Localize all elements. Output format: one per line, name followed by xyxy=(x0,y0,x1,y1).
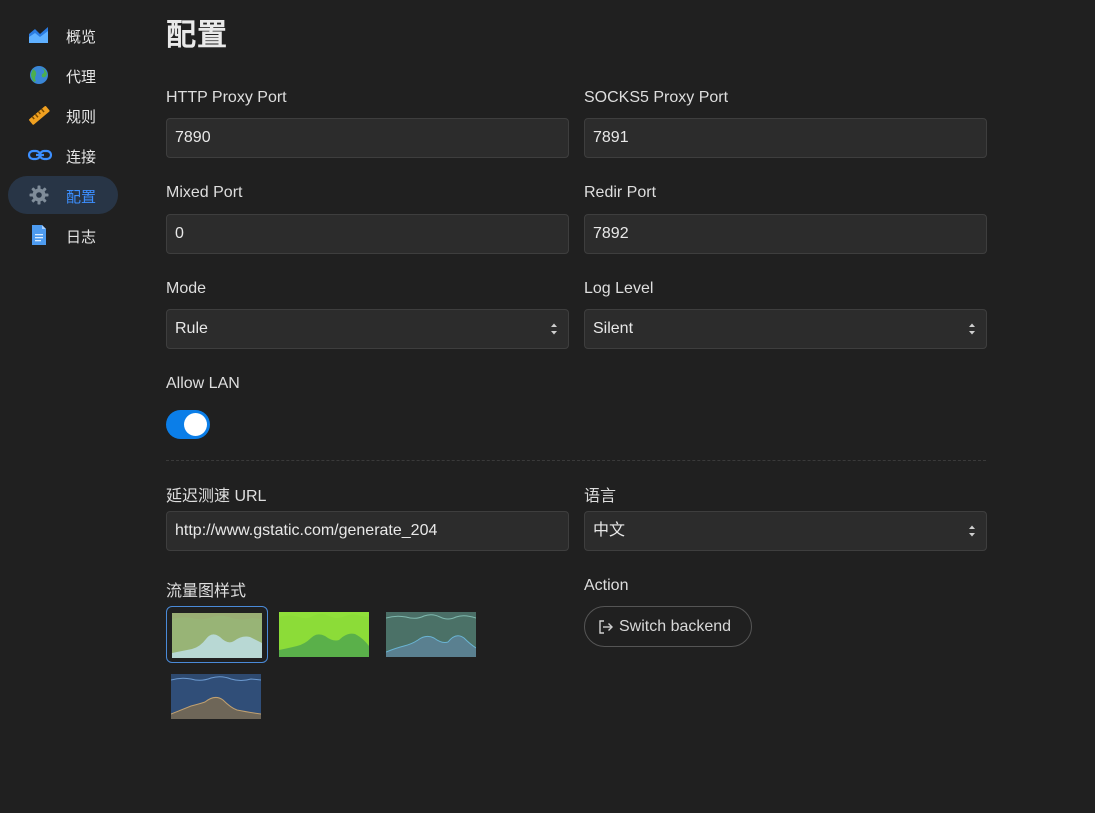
switch-backend-button[interactable]: Switch backend xyxy=(584,606,752,647)
log-level-select-value: Silent xyxy=(593,320,634,337)
chart-style-preview xyxy=(279,612,369,657)
traffic-chart-style-label: 流量图样式 xyxy=(166,583,247,600)
log-level-label: Log Level xyxy=(584,280,654,297)
mixed-port-label: Mixed Port xyxy=(166,184,243,201)
ruler-icon xyxy=(28,105,50,125)
link-icon xyxy=(27,145,53,165)
chart-style-preview xyxy=(171,674,261,719)
sidebar-item-label: 连接 xyxy=(66,149,97,166)
mode-label: Mode xyxy=(166,280,207,297)
sidebar-item-connections[interactable]: 连接 xyxy=(8,136,118,174)
select-arrows-icon xyxy=(969,525,975,537)
allow-lan-label: Allow LAN xyxy=(166,375,240,392)
select-arrows-icon xyxy=(969,323,975,335)
redir-port-input[interactable] xyxy=(584,214,987,254)
sidebar-item-logs[interactable]: 日志 xyxy=(8,216,118,254)
mode-select[interactable]: Rule xyxy=(166,309,569,349)
gear-icon xyxy=(28,185,50,205)
sidebar-item-proxies[interactable]: 代理 xyxy=(8,56,118,94)
sidebar-item-overview[interactable]: 概览 xyxy=(8,16,118,54)
mixed-port-input[interactable] xyxy=(166,214,569,254)
document-icon xyxy=(28,225,50,245)
page-title: 配置 xyxy=(166,19,228,52)
socks-port-input[interactable] xyxy=(584,118,987,158)
sign-out-icon xyxy=(599,620,613,634)
select-arrows-icon xyxy=(551,323,557,335)
log-level-select[interactable]: Silent xyxy=(584,309,987,349)
sidebar: 概览 代理 规则 连接 配置 日志 xyxy=(0,0,130,813)
http-port-label: HTTP Proxy Port xyxy=(166,89,287,106)
http-port-input[interactable] xyxy=(166,118,569,158)
mode-select-value: Rule xyxy=(175,320,208,337)
sidebar-item-label: 配置 xyxy=(66,189,97,206)
chart-style-option-1[interactable] xyxy=(166,606,268,663)
sidebar-item-config[interactable]: 配置 xyxy=(8,176,118,214)
sidebar-item-label: 代理 xyxy=(66,69,97,86)
app-root: 概览 代理 规则 连接 配置 日志 配置 HTTP Proxy Port 789… xyxy=(0,0,1095,813)
chart-style-preview xyxy=(386,612,476,657)
chart-area-icon xyxy=(28,25,50,45)
socks-port-label: SOCKS5 Proxy Port xyxy=(584,89,729,106)
language-select[interactable]: 中文 xyxy=(584,511,987,551)
chart-style-option-2[interactable] xyxy=(274,606,376,663)
latency-url-label: 延迟测速 URL xyxy=(166,488,267,505)
toggle-knob xyxy=(184,413,207,436)
chart-style-preview xyxy=(172,613,262,658)
section-divider xyxy=(166,460,986,461)
latency-url-input[interactable] xyxy=(166,511,569,551)
action-label: Action xyxy=(584,577,629,594)
switch-backend-label: Switch backend xyxy=(619,618,732,635)
sidebar-item-label: 规则 xyxy=(66,109,97,126)
redir-port-label: Redir Port xyxy=(584,184,657,201)
sidebar-item-rules[interactable]: 规则 xyxy=(8,96,118,134)
chart-style-option-4[interactable] xyxy=(166,668,268,725)
sidebar-item-label: 日志 xyxy=(66,229,97,246)
globe-icon xyxy=(28,65,50,85)
allow-lan-toggle[interactable] xyxy=(166,410,210,439)
language-label: 语言 xyxy=(584,488,617,505)
chart-style-option-3[interactable] xyxy=(381,606,483,663)
language-select-value: 中文 xyxy=(593,522,626,539)
sidebar-item-label: 概览 xyxy=(66,29,97,46)
